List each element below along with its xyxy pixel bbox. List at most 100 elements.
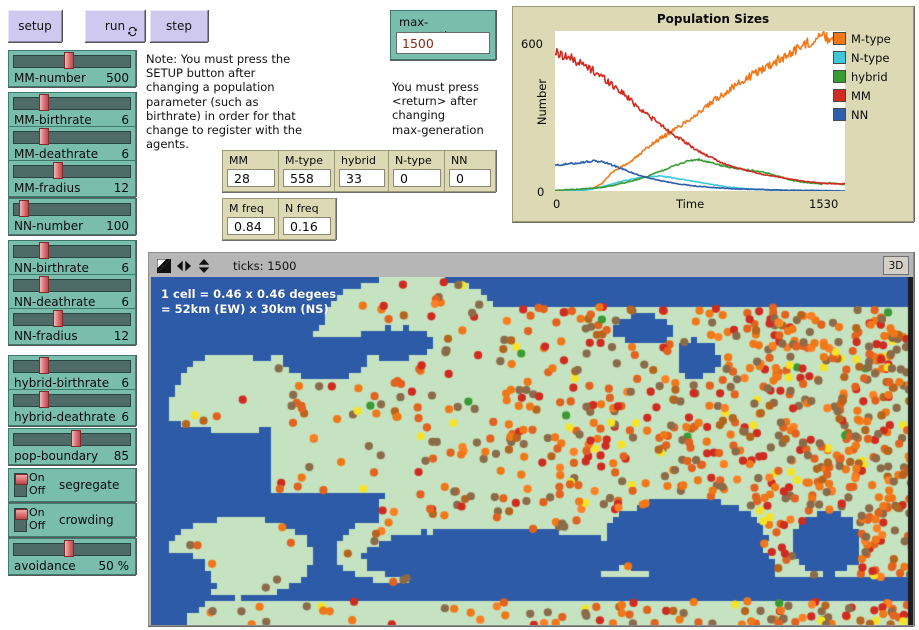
slider-caption-row: MM-fradius 12 (14, 180, 129, 195)
slider-handle[interactable] (52, 310, 63, 327)
switch-segregate[interactable]: On Off segregate (8, 468, 136, 502)
slider-value: 6 (121, 409, 129, 424)
switch-track[interactable] (14, 473, 28, 497)
slider-handle[interactable] (38, 128, 49, 145)
slider-track[interactable] (13, 131, 131, 144)
monitor-caption: hybrid (341, 154, 377, 167)
run-button-label: run (104, 19, 126, 33)
slider-handle[interactable] (71, 430, 82, 447)
slider-value: 12 (113, 328, 129, 343)
legend-item: hybrid (833, 67, 909, 86)
map-canvas[interactable] (151, 277, 913, 625)
slider-NN-deathrate[interactable]: NN-deathrate 6 (8, 274, 136, 311)
slider-MM-deathrate[interactable]: MM-deathrate 6 (8, 126, 136, 163)
monitor-caption: NN (451, 154, 468, 167)
slider-track[interactable] (13, 394, 131, 407)
slider-track[interactable] (13, 203, 131, 216)
slider-track[interactable] (13, 97, 131, 110)
slider-label: NN-number (14, 218, 84, 233)
legend-color-swatch (833, 89, 846, 102)
slider-handle[interactable] (19, 200, 30, 217)
switch-off-label: Off (29, 484, 46, 497)
monitor-caption: N freq (285, 202, 319, 215)
slider-hybrid-birthrate[interactable]: hybrid-birthrate 6 (8, 355, 136, 392)
slider-track[interactable] (13, 165, 131, 178)
setup-note: Note: You must press the SETUP button af… (146, 52, 303, 152)
slider-caption-row: avoidance 50 % (14, 558, 129, 573)
split-square-icon[interactable] (157, 259, 171, 273)
legend-color-swatch (833, 70, 846, 83)
slider-avoidance[interactable]: avoidance 50 % (8, 538, 136, 575)
plot-y-tick-max: 600 (521, 37, 543, 51)
slider-track[interactable] (13, 279, 131, 292)
slider-label: MM-birthrate (14, 112, 92, 127)
slider-label: MM-fradius (14, 180, 81, 195)
view-3d-button[interactable]: 3D (883, 256, 909, 275)
plot-y-tick-min: 0 (537, 185, 545, 199)
slider-track[interactable] (13, 313, 131, 326)
slider-track[interactable] (13, 360, 131, 373)
setup-button[interactable]: setup (8, 10, 62, 42)
slider-value: 100 (106, 218, 129, 233)
slider-track[interactable] (13, 245, 131, 258)
monitor-M-freq: M freq 0.84 (222, 198, 280, 240)
max-generations-value[interactable]: 1500 (396, 32, 490, 54)
left-right-arrow-icon[interactable] (177, 259, 191, 273)
slider-pop-boundary[interactable]: pop-boundary 85 (8, 428, 136, 465)
return-note: You must press <return> after changing m… (392, 80, 484, 137)
slider-value: 6 (121, 260, 129, 275)
monitor-M-type: M-type 558 (278, 150, 336, 192)
slider-handle[interactable] (38, 357, 49, 374)
slider-label: hybrid-birthrate (14, 375, 110, 390)
slider-hybrid-deathrate[interactable]: hybrid-deathrate 6 (8, 389, 136, 426)
slider-MM-birthrate[interactable]: MM-birthrate 6 (8, 92, 136, 129)
slider-caption-row: NN-deathrate 6 (14, 294, 129, 309)
run-button[interactable]: run (85, 10, 145, 42)
monitor-N-freq: N freq 0.16 (278, 198, 336, 240)
world-toolbar: ticks: 1500 (151, 255, 911, 277)
monitor-caption: M freq (229, 202, 264, 215)
step-button[interactable]: step (150, 10, 208, 42)
slider-value: 6 (121, 294, 129, 309)
slider-handle[interactable] (38, 391, 49, 408)
switch-track[interactable] (14, 508, 28, 532)
slider-value: 6 (121, 146, 129, 161)
plot-series-svg (554, 30, 846, 192)
legend-color-swatch (833, 51, 846, 64)
switch-onoff-labels: On Off (29, 471, 45, 497)
slider-label: MM-number (14, 70, 86, 85)
slider-MM-fradius[interactable]: MM-fradius 12 (8, 160, 136, 197)
slider-MM-number[interactable]: MM-number 500 (8, 50, 136, 87)
max-generations-input[interactable]: max-generations 1500 (390, 10, 496, 60)
slider-handle[interactable] (38, 276, 49, 293)
slider-NN-birthrate[interactable]: NN-birthrate 6 (8, 240, 136, 277)
slider-value: 500 (106, 70, 129, 85)
slider-NN-number[interactable]: NN-number 100 (8, 198, 136, 235)
monitor-caption: N-type (395, 154, 432, 167)
slider-handle[interactable] (38, 242, 49, 259)
legend-label: hybrid (851, 69, 888, 84)
plot-canvas (554, 30, 846, 192)
switch-crowding[interactable]: On Off crowding (8, 503, 136, 537)
monitor-MM: MM 28 (222, 150, 280, 192)
slider-handle[interactable] (63, 540, 74, 557)
monitor-N-type: N-type 0 (388, 150, 446, 192)
up-down-arrow-icon[interactable] (197, 259, 211, 273)
slider-value: 6 (121, 112, 129, 127)
slider-caption-row: hybrid-deathrate 6 (14, 409, 129, 424)
monitor-value: 28 (227, 169, 275, 187)
switch-handle[interactable] (15, 474, 28, 485)
slider-handle[interactable] (52, 162, 63, 179)
plot-x-axis-label: Time (676, 197, 705, 211)
plot-line-N-type (554, 174, 846, 192)
slider-handle[interactable] (63, 52, 74, 69)
slider-handle[interactable] (38, 94, 49, 111)
world-map-view[interactable]: 1 cell = 0.46 x 0.46 degees = 52km (EW) … (151, 277, 913, 625)
plot-x-tick-max: 1530 (809, 197, 839, 211)
slider-NN-fradius[interactable]: NN-fradius 12 (8, 308, 136, 345)
legend-label: NN (851, 107, 869, 122)
slider-value: 85 (113, 448, 129, 463)
setup-button-label: setup (18, 19, 52, 33)
switch-handle[interactable] (15, 509, 28, 520)
slider-caption-row: MM-birthrate 6 (14, 112, 129, 127)
